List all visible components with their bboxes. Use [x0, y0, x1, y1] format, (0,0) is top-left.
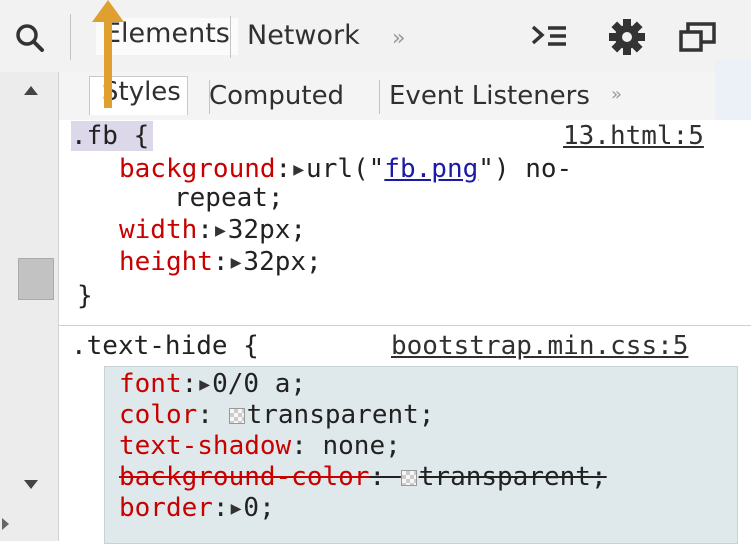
tab-event-listeners[interactable]: Event Listeners: [389, 81, 590, 111]
color-swatch-icon[interactable]: [400, 470, 417, 486]
property-name: background-color: [119, 462, 370, 492]
property-font[interactable]: font: ▶0/0 a;: [119, 370, 306, 401]
property-width[interactable]: width: ▶32px;: [119, 216, 306, 247]
scroll-up-arrow-icon[interactable]: [24, 86, 38, 95]
more-subtabs-button[interactable]: »: [611, 84, 622, 105]
tab-event-listeners-label: Event Listeners: [389, 81, 590, 111]
source-link-text: bootstrap.min.css:5: [391, 331, 689, 361]
expand-triangle-icon[interactable]: ▶: [199, 374, 210, 395]
rule-close-brace: }: [77, 282, 93, 311]
property-name: width: [119, 215, 198, 245]
property-background[interactable]: background: ▶url("fb.png") no-: [119, 155, 572, 186]
colon: :: [275, 154, 292, 184]
style-rule-fb: .fb { 13.html:5 background: ▶url("fb.png"…: [59, 120, 751, 326]
search-icon[interactable]: [14, 22, 46, 54]
property-color[interactable]: color: transparent;: [119, 401, 434, 430]
property-value: transparent;: [418, 462, 607, 492]
selector-text: .text-hide {: [71, 331, 259, 361]
property-name: font: [119, 369, 182, 399]
property-value: repeat;: [174, 183, 284, 213]
colon: :: [181, 369, 198, 399]
colon: :: [291, 431, 323, 461]
dom-panel-scrollbar[interactable]: [0, 72, 59, 541]
property-name: text-shadow: [119, 431, 292, 461]
tab-divider: [230, 16, 231, 58]
tab-computed[interactable]: Computed: [209, 81, 344, 111]
toolbar-divider: [70, 14, 71, 60]
expand-triangle-icon[interactable]: ▶: [293, 159, 304, 180]
property-value: 0;: [243, 493, 275, 523]
property-height[interactable]: height: ▶32px;: [119, 248, 322, 279]
page-preview-strip: [715, 60, 751, 120]
tab-computed-label: Computed: [209, 81, 345, 111]
property-value: 32px;: [227, 215, 307, 245]
property-border[interactable]: border: ▶0;: [119, 494, 275, 525]
property-value: ") no-: [478, 154, 573, 184]
property-background-color-overridden[interactable]: background-color: transparent;: [119, 463, 607, 492]
property-value: 32px;: [243, 247, 322, 277]
style-rule-text-hide: .text-hide { bootstrap.min.css:5 font: ▶0…: [59, 326, 751, 544]
rule-selector[interactable]: .text-hide {: [71, 332, 259, 361]
colon: :: [369, 462, 401, 492]
rule-selector[interactable]: .fb {: [71, 121, 154, 151]
property-name: height: [119, 247, 213, 277]
annotation-arrow-icon: [88, 0, 128, 110]
expand-triangle-icon[interactable]: ▶: [215, 220, 226, 241]
property-value: transparent;: [246, 400, 435, 430]
property-value: 0/0 a;: [212, 369, 307, 399]
url-link[interactable]: fb.png: [384, 154, 478, 184]
property-value: url(": [306, 154, 385, 184]
rule-source-link[interactable]: bootstrap.min.css:5: [391, 332, 688, 361]
tab-network[interactable]: Network: [247, 20, 360, 51]
tab-network-label: Network: [247, 20, 360, 51]
console-drawer-icon[interactable]: [530, 22, 570, 56]
expand-triangle-icon[interactable]: ▶: [231, 252, 242, 273]
rule-source-link[interactable]: 13.html:5: [563, 122, 751, 151]
scroll-down-arrow-icon[interactable]: [24, 480, 38, 489]
property-name: background: [119, 154, 276, 184]
expand-triangle-icon[interactable]: ▶: [231, 498, 242, 519]
colon: :: [212, 247, 229, 277]
property-name: color: [119, 400, 198, 430]
property-continuation: repeat;: [174, 184, 284, 213]
property-name: border: [119, 493, 213, 523]
dom-node-expand-icon[interactable]: [2, 518, 9, 530]
property-text-shadow[interactable]: text-shadow: none;: [119, 432, 401, 461]
dock-window-icon[interactable]: [678, 22, 718, 58]
sidebar-tabs: Styles Computed Event Listeners »: [59, 72, 751, 121]
more-subtabs-label: »: [611, 84, 623, 105]
property-value: none;: [322, 431, 401, 461]
colon: :: [197, 215, 213, 245]
scrollbar-thumb[interactable]: [18, 258, 54, 300]
source-link-text: 13.html:5: [563, 122, 704, 151]
colon: :: [212, 493, 229, 523]
subtab-divider: [379, 80, 380, 114]
close-brace-text: }: [77, 281, 93, 311]
more-tabs-label: »: [392, 26, 406, 51]
selector-text: .fb {: [71, 121, 154, 151]
colon: :: [197, 400, 229, 430]
settings-gear-icon[interactable]: [608, 18, 646, 60]
more-tabs-button[interactable]: »: [392, 26, 405, 51]
color-swatch-icon[interactable]: [228, 408, 245, 424]
